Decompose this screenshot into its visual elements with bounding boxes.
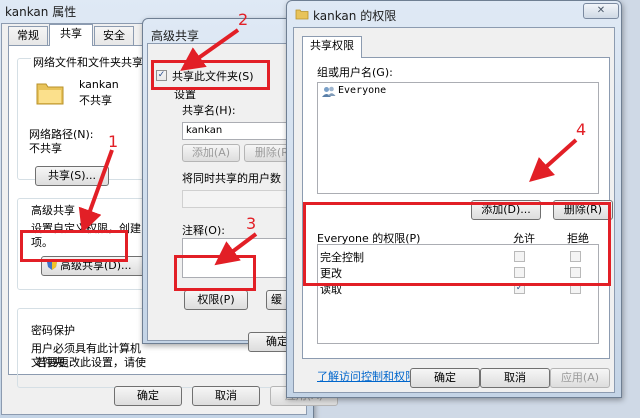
step-number-4: 4 [576, 120, 587, 139]
tab-share-permissions[interactable]: 共享权限 [302, 36, 362, 58]
arrow-step4 [529, 138, 578, 183]
step-number-1: 1 [108, 132, 119, 151]
arrow-step3 [214, 232, 258, 266]
annotation-arrows [78, 28, 578, 266]
tab-sharing[interactable]: 共享 [49, 24, 93, 46]
step-number-2: 2 [238, 10, 249, 29]
step-number-3: 3 [246, 214, 257, 233]
arrow-step1 [78, 149, 114, 234]
arrow-step2 [180, 28, 240, 71]
